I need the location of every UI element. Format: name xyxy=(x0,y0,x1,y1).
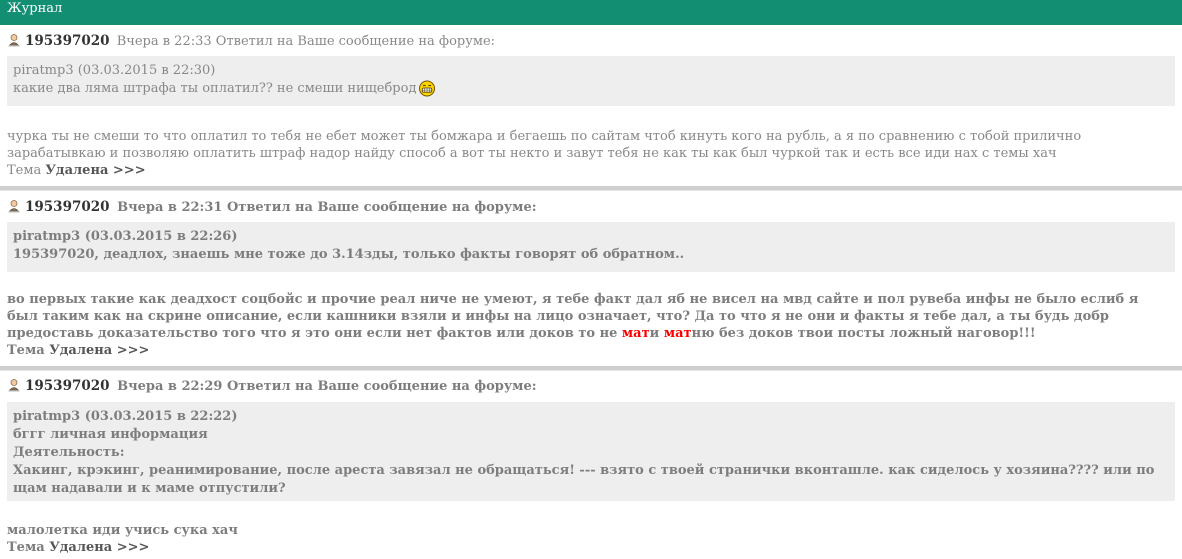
user-id-link[interactable]: 195397020 xyxy=(25,33,110,49)
user-icon xyxy=(7,199,21,213)
entry-meta: Вчера в 22:29 Ответил на Ваше сообщение … xyxy=(117,379,537,394)
entry-body: малолетка иди учись сука хач xyxy=(7,523,238,538)
quote-block: piratmp3 (03.03.2015 в 22:26) 195397020,… xyxy=(7,222,1175,272)
censored-word: мат xyxy=(663,326,692,341)
topic-deleted-link[interactable]: Удалена >>> xyxy=(49,343,149,358)
quote-line: бггг личная информация xyxy=(13,427,208,442)
user-id-link[interactable]: 195397020 xyxy=(25,378,110,394)
entry-meta: Вчера в 22:33 Ответил на Ваше сообщение … xyxy=(116,34,496,49)
quote-line: Деятельность: xyxy=(13,445,125,460)
user-icon xyxy=(7,378,21,392)
censored-word: мат xyxy=(621,326,650,341)
entry-body: во первых такие как деадхост соцбойс и п… xyxy=(7,292,1139,341)
journal-header: Журнал xyxy=(0,0,1182,25)
entry-body: чурка ты не смеши то что оплатил то тебя… xyxy=(7,129,1082,161)
quote-block: piratmp3 (03.03.2015 в 22:30) какие два … xyxy=(7,56,1175,106)
quote-line: 195397020, деадлох, знаешь мне тоже до 3… xyxy=(13,247,685,262)
quote-author: piratmp3 (03.03.2015 в 22:30) xyxy=(13,63,216,78)
page-title: Журнал xyxy=(7,1,63,16)
user-icon xyxy=(7,33,21,47)
entry-header: 195397020 Вчера в 22:31 Ответил на Ваше … xyxy=(7,198,537,216)
quote-block: piratmp3 (03.03.2015 в 22:22) бггг лична… xyxy=(7,402,1175,501)
quote-line: какие два ляма штрафа ты оплатил?? не см… xyxy=(13,80,1169,98)
grin-smiley-icon xyxy=(418,80,436,97)
entry-header: 195397020 Вчера в 22:29 Ответил на Ваше … xyxy=(7,377,537,395)
entry-meta: Вчера в 22:31 Ответил на Ваше сообщение … xyxy=(117,200,537,215)
topic-deleted-link[interactable]: Удалена >>> xyxy=(45,163,145,178)
topic-status: Тема Удалена >>> xyxy=(7,163,146,178)
quote-line: щам надавали и к маме отпустили? xyxy=(13,481,286,496)
user-id-link[interactable]: 195397020 xyxy=(25,199,110,215)
entry-header: 195397020 Вчера в 22:33 Ответил на Ваше … xyxy=(7,32,495,50)
topic-status: Тема Удалена >>> xyxy=(7,540,150,555)
quote-author: piratmp3 (03.03.2015 в 22:26) xyxy=(13,229,238,244)
topic-status: Тема Удалена >>> xyxy=(7,343,150,358)
entry-divider xyxy=(0,366,1182,371)
topic-deleted-link[interactable]: Удалена >>> xyxy=(49,540,149,555)
quote-author: piratmp3 (03.03.2015 в 22:22) xyxy=(13,409,238,424)
quote-line: Хакинг, крэкинг, реанимирование, после а… xyxy=(13,463,1155,478)
entry-divider xyxy=(0,186,1182,191)
